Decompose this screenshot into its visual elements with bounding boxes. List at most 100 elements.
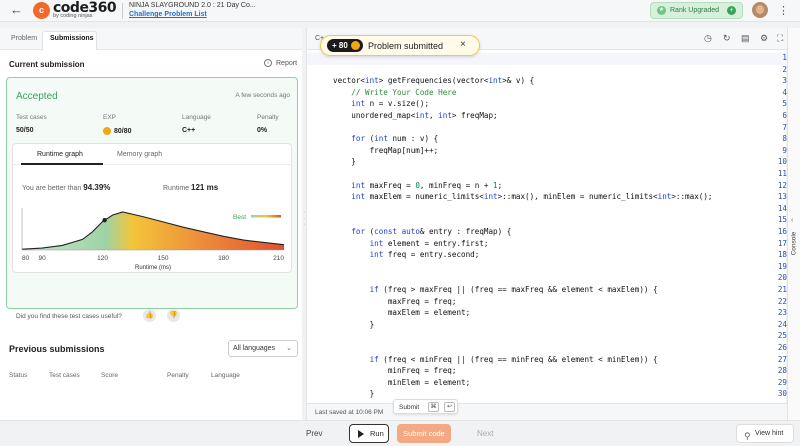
- timer-icon[interactable]: ◷: [704, 33, 712, 44]
- runtime-card: Runtime graph Memory graph You are bette…: [12, 143, 292, 273]
- header-divider: [122, 3, 123, 19]
- line-number: 11: [777, 169, 787, 178]
- chart-x-tick: 210: [273, 255, 284, 262]
- line-number: 24: [777, 319, 787, 329]
- tab-problem[interactable]: Problem: [11, 35, 37, 42]
- challenge-list-link[interactable]: Challenge Problem List: [129, 11, 207, 18]
- prev-button[interactable]: Prev: [306, 429, 322, 438]
- stat-value-penalty: 0%: [257, 127, 268, 134]
- rank-upgraded-badge[interactable]: ★ Rank Upgraded +: [650, 2, 743, 19]
- line-number: 12: [777, 180, 787, 190]
- panel-resize-handle[interactable]: · · ·: [303, 209, 305, 228]
- layout-icon[interactable]: ▤: [741, 33, 750, 44]
- more-vertical-icon[interactable]: ⋮: [778, 4, 789, 17]
- runtime-text: Runtime 121 ms: [163, 183, 219, 192]
- run-button[interactable]: Run: [349, 424, 389, 443]
- console-label[interactable]: Console: [790, 232, 797, 256]
- line-number: 6: [782, 111, 787, 120]
- play-icon: [358, 430, 364, 438]
- line-number: 3: [782, 76, 787, 86]
- language-filter-select[interactable]: All languages ⌄: [228, 340, 298, 357]
- col-score: Score: [101, 372, 118, 379]
- code-line: int freq = entry.second;: [369, 250, 480, 260]
- toast-message: Problem submitted: [368, 41, 444, 51]
- view-hint-button[interactable]: ⚲ View hint: [736, 424, 794, 443]
- line-number: 27: [777, 354, 787, 364]
- chart-x-tick: 150: [158, 255, 169, 262]
- submit-code-button[interactable]: Submit code: [397, 424, 451, 443]
- code-line: }: [333, 319, 375, 329]
- graph-tabs: Runtime graph Memory graph: [13, 144, 291, 165]
- info-icon: i: [264, 59, 272, 67]
- line-number: 28: [777, 366, 787, 376]
- code-editor-panel: C+ ◷ ↻ ▤ ⚙ ⛶ 1 2 3 vector<int> getFrequenci…: [306, 28, 787, 420]
- line-number: 22: [777, 296, 787, 306]
- expand-icon[interactable]: ⛶: [777, 33, 783, 44]
- chart-x-tick: 120: [97, 255, 108, 262]
- submit-shortcut-tooltip: Submit ⌘ ↩: [393, 399, 458, 414]
- code-line: maxFreq = freq;: [333, 296, 457, 306]
- previous-submissions-title: Previous submissions: [9, 344, 105, 354]
- thumb-up-icon[interactable]: 👍: [143, 309, 156, 322]
- line-number: 19: [777, 261, 787, 271]
- tab-submissions[interactable]: Submissions: [50, 35, 94, 42]
- event-title: NINJA SLAYGROUND 2.0 : 21 Day Co...: [129, 2, 256, 9]
- code-line: if (freq > maxFreq || (freq == maxFreq &…: [369, 285, 658, 294]
- code-line: unordered_map<int, int> freqMap;: [333, 111, 498, 120]
- line-number: 25: [777, 331, 787, 341]
- code-line: }: [333, 389, 375, 399]
- logo-mark: c: [33, 2, 50, 19]
- chevron-down-icon: ⌄: [286, 345, 292, 352]
- code-line: for (const auto& entry : freqMap) {: [351, 227, 512, 236]
- current-submission-title: Current submission: [9, 60, 85, 69]
- console-rail[interactable]: ‹ Console: [787, 28, 800, 420]
- code-line: freqMap[num]++;: [333, 145, 439, 155]
- line-number: 20: [777, 273, 787, 283]
- line-number: 5: [782, 99, 787, 109]
- code-line: // Write Your Code Here: [333, 87, 457, 97]
- feedback-question: Did you find these test cases useful?: [16, 313, 122, 320]
- stat-value-exp: 80/80: [103, 127, 132, 135]
- code-area[interactable]: 1 2 3 vector<int> getFrequencies(vector<int…: [307, 50, 787, 402]
- chart-x-label: Runtime (ms): [135, 265, 171, 271]
- close-icon[interactable]: ×: [460, 39, 466, 50]
- line-number: 14: [777, 203, 787, 213]
- submissions-panel: Problem Submissions Current submission i…: [0, 28, 302, 420]
- line-number: 21: [777, 285, 787, 294]
- line-number: 18: [777, 250, 787, 260]
- code-line: }: [333, 157, 356, 167]
- settings-icon[interactable]: ⚙: [760, 33, 768, 44]
- coin-icon: [103, 127, 111, 135]
- editor-status-bar: Last saved at 10:06 PM Submit ⌘ ↩: [307, 399, 787, 420]
- line-number: 29: [777, 377, 787, 387]
- tab-runtime-graph[interactable]: Runtime graph: [37, 151, 83, 158]
- rank-icon: ★: [657, 6, 666, 15]
- accepted-card: Accepted A few seconds ago Test cases 50…: [6, 77, 298, 322]
- avatar[interactable]: [752, 2, 768, 18]
- line-number: 26: [777, 343, 787, 352]
- line-number: 1: [782, 53, 787, 62]
- line-number: 13: [777, 192, 787, 202]
- code-line: int maxElem = numeric_limits<int>::max()…: [351, 192, 713, 202]
- back-button[interactable]: ←: [10, 3, 23, 17]
- code-line: if (freq < minFreq || (freq == minFreq &…: [369, 354, 658, 364]
- last-saved-text: Last saved at 10:06 PM: [315, 409, 384, 416]
- col-status: Status: [9, 372, 28, 379]
- stat-label-exp: EXP: [103, 114, 117, 121]
- chart-x-tick: 90: [39, 255, 47, 262]
- chart-x-tick: 180: [218, 255, 229, 262]
- code-line: int element = entry.first;: [369, 238, 489, 248]
- code-line: vector<int> getFrequencies(vector<int>& …: [333, 76, 535, 86]
- stat-label-language: Language: [182, 114, 211, 121]
- thumb-down-icon[interactable]: 👎: [167, 309, 180, 322]
- chevron-left-icon[interactable]: ‹: [791, 217, 793, 224]
- next-button[interactable]: Next: [477, 429, 493, 438]
- stat-label-test-cases: Test cases: [16, 114, 47, 121]
- tab-underline: [21, 163, 103, 165]
- line-number: 17: [777, 238, 787, 248]
- line-number: 15: [777, 215, 787, 225]
- bottom-bar: Prev Run Submit code Next ⚲ View hint: [0, 420, 800, 446]
- report-button[interactable]: Report: [276, 60, 297, 67]
- refresh-icon[interactable]: ↻: [723, 33, 731, 44]
- tab-memory-graph[interactable]: Memory graph: [117, 151, 162, 158]
